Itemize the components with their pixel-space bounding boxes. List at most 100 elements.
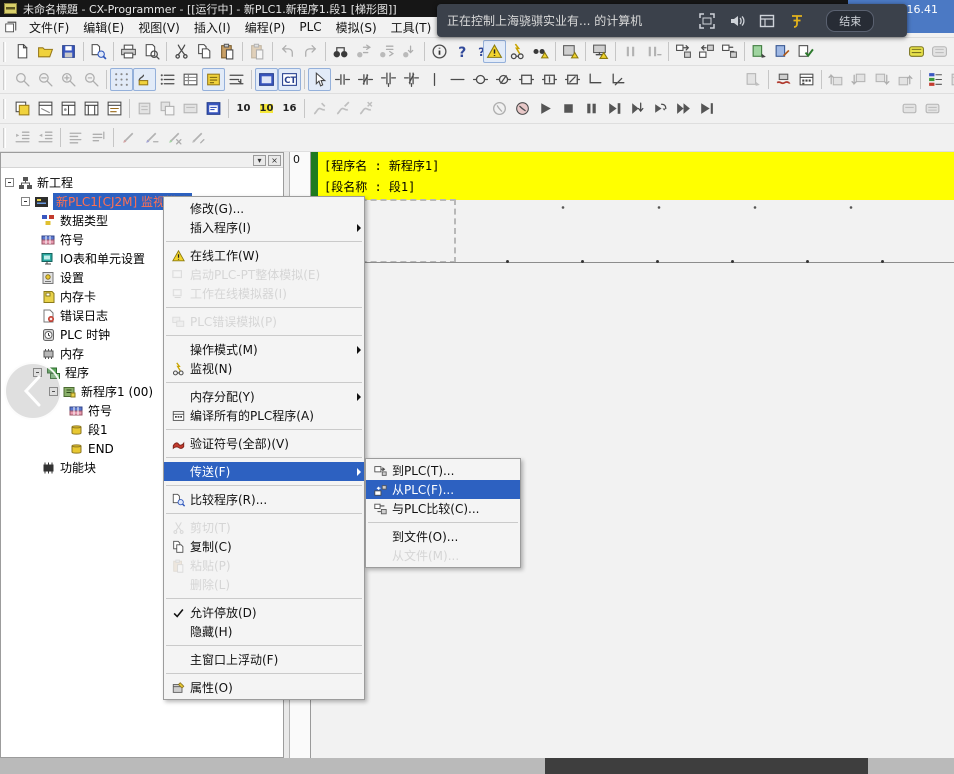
memory-window-1-icon[interactable] [898, 97, 921, 120]
force-off-icon[interactable] [331, 97, 354, 120]
io-memory-view-icon[interactable] [928, 40, 951, 63]
cut-icon[interactable] [170, 40, 193, 63]
go-jump-icon[interactable] [894, 68, 917, 91]
new-closed-coil-icon[interactable] [492, 68, 515, 91]
force-set-pen-icon[interactable] [117, 126, 140, 149]
toolbar-grip[interactable] [3, 128, 6, 148]
grid-toggle-icon[interactable] [110, 68, 133, 91]
clipboard-2-icon[interactable] [156, 97, 179, 120]
menu-item-memory-allocation[interactable]: 内存分配(Y) [164, 387, 364, 406]
online-edit-monitor-icon[interactable] [589, 40, 612, 63]
rung-wrap-icon[interactable] [225, 68, 248, 91]
help-topics-icon[interactable]: ? [451, 40, 474, 63]
align-2-icon[interactable] [87, 126, 110, 149]
print-preview-icon[interactable] [140, 40, 163, 63]
menu-item-operating-mode[interactable]: 操作模式(M) [164, 340, 364, 359]
menu-item-paste[interactable]: 粘贴(P) [164, 556, 364, 575]
menu-program[interactable]: 编程(P) [238, 17, 293, 38]
online-edit-disk-icon[interactable] [559, 40, 582, 63]
ladder-editor[interactable]: 0 [程序名 : 新程序1] [段名称 : 段1] [290, 152, 954, 758]
speaker-icon[interactable] [722, 12, 752, 30]
new-file-icon[interactable] [11, 40, 34, 63]
sim-stop-icon[interactable] [557, 97, 580, 120]
menu-item-hide[interactable]: 隐藏(H) [164, 622, 364, 641]
show-monitor-window-icon[interactable] [80, 97, 103, 120]
menu-item-allow-docking[interactable]: 允许停放(D) [164, 603, 364, 622]
sim-step-in-icon[interactable] [626, 97, 649, 120]
menu-simulation[interactable]: 模拟(S) [329, 17, 384, 38]
about-info-icon[interactable] [428, 40, 451, 63]
menu-item-float-in-main-window[interactable]: 主窗口上浮动(F) [164, 650, 364, 669]
transfer-to-plc-icon[interactable] [672, 40, 695, 63]
sim-scan-run-icon[interactable] [695, 97, 718, 120]
find-next-icon[interactable] [398, 40, 421, 63]
align-1-icon[interactable] [64, 126, 87, 149]
menu-plc[interactable]: PLC [292, 18, 328, 36]
paste-icon[interactable] [216, 40, 239, 63]
end-remote-button[interactable]: 结束 [826, 10, 874, 32]
show-symbol-window-icon[interactable] [103, 97, 126, 120]
program-monitor-icon[interactable] [748, 40, 771, 63]
memory-window-2-icon[interactable] [921, 97, 944, 120]
new-closed-contact-icon[interactable] [354, 68, 377, 91]
new-or-contact-icon[interactable] [377, 68, 400, 91]
replace-icon[interactable] [352, 40, 375, 63]
force-on-icon[interactable] [308, 97, 331, 120]
collapse-icon[interactable] [5, 178, 14, 187]
menu-tools[interactable]: 工具(T) [384, 17, 439, 38]
sim-pause-icon[interactable] [580, 97, 603, 120]
new-contact-icon[interactable] [331, 68, 354, 91]
menu-item-properties[interactable]: 属性(O) [164, 678, 364, 697]
panel-dock-icon[interactable]: ▾ [253, 155, 266, 166]
delete-line-icon[interactable] [607, 68, 630, 91]
menu-item-work-online[interactable]: 在线工作(W) [164, 246, 364, 265]
menu-insert[interactable]: 插入(I) [187, 17, 238, 38]
menu-item-delete[interactable]: 删除(L) [164, 575, 364, 594]
clipboard-3-icon[interactable] [179, 97, 202, 120]
menu-item-modify[interactable]: 修改(G)... [164, 199, 364, 218]
outdent-icon[interactable] [34, 126, 57, 149]
go-next-address-icon[interactable] [871, 68, 894, 91]
redo-icon[interactable] [299, 40, 322, 63]
watch-view-icon[interactable] [947, 68, 954, 91]
connect-line-icon[interactable] [584, 68, 607, 91]
open-file-icon[interactable] [34, 40, 57, 63]
menu-item-cut[interactable]: 剪切(T) [164, 518, 364, 537]
program-check-icon[interactable] [794, 40, 817, 63]
fullscreen-icon[interactable] [692, 12, 722, 30]
collapse-icon[interactable] [21, 197, 30, 206]
new-vertical-line-icon[interactable] [423, 68, 446, 91]
tree-item-project[interactable]: 新工程 [1, 173, 283, 192]
zoom-region-icon[interactable] [34, 68, 57, 91]
save-file-icon[interactable] [57, 40, 80, 63]
new-instruction-icon[interactable] [515, 68, 538, 91]
sim-mode-icon[interactable] [511, 97, 534, 120]
new-or-closed-contact-icon[interactable] [400, 68, 423, 91]
submenu-item-compare-with-plc[interactable]: 与PLC比较(C)... [366, 499, 520, 518]
new-horizontal-line-icon[interactable] [446, 68, 469, 91]
hex-monitor-icon[interactable]: 16 [278, 97, 301, 120]
show-address-window-icon[interactable] [57, 97, 80, 120]
address-reference-icon[interactable] [156, 68, 179, 91]
annotation-icon[interactable] [782, 12, 812, 30]
program-online-edit-icon[interactable] [771, 40, 794, 63]
menu-item-online-simulator[interactable]: 工作在线模拟器(I) [164, 284, 364, 303]
monitor-mode-icon[interactable] [506, 40, 529, 63]
sim-step-over-icon[interactable] [649, 97, 672, 120]
comment-list-icon[interactable] [202, 68, 225, 91]
toolbar-grip[interactable] [3, 42, 6, 62]
section-header-block[interactable]: [程序名 : 新程序1] [段名称 : 段1] [311, 152, 954, 200]
show-output-window-icon[interactable] [11, 97, 34, 120]
menu-item-plc-pt-simulation[interactable]: 启动PLC-PT整体模拟(E) [164, 265, 364, 284]
menu-item-copy[interactable]: 复制(C) [164, 537, 364, 556]
sim-play-icon[interactable] [534, 97, 557, 120]
instruction-dialog-icon[interactable] [255, 68, 278, 91]
compare-with-plc-icon[interactable] [718, 40, 741, 63]
section-list-icon[interactable] [742, 68, 765, 91]
menu-file[interactable]: 文件(F) [22, 17, 76, 38]
submenu-item-to-file[interactable]: 到文件(O)... [366, 527, 520, 546]
decimal-monitor-icon[interactable]: 10 [232, 97, 255, 120]
new-coil-icon[interactable] [469, 68, 492, 91]
print-icon[interactable] [117, 40, 140, 63]
menu-item-monitor[interactable]: 监视(N) [164, 359, 364, 378]
